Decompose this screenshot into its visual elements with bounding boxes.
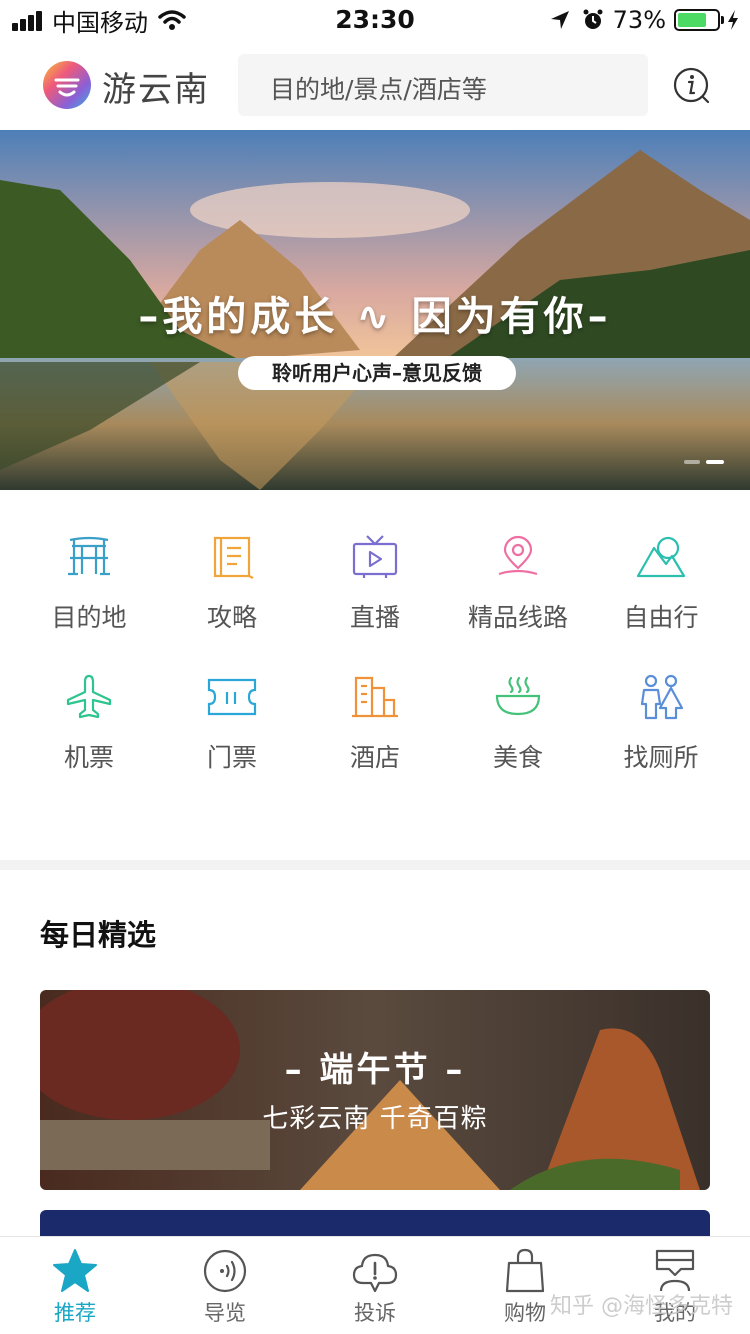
tab-guide[interactable]: 导览 — [150, 1237, 300, 1334]
app-header: 游云南 目的地/景点/酒店等 — [0, 40, 750, 130]
app-logo-icon — [43, 61, 91, 109]
book-icon — [213, 536, 254, 579]
category-destination[interactable]: 目的地 — [14, 490, 164, 632]
featured-card[interactable]: – 端午节 – 七彩云南 千奇百粽 — [40, 990, 710, 1190]
category-label: 自由行 — [623, 603, 699, 632]
map-pin-icon — [498, 535, 538, 576]
category-label: 酒店 — [349, 743, 400, 772]
card-subtitle: 七彩云南 千奇百粽 — [262, 1104, 488, 1134]
tab-label: 导览 — [204, 1301, 246, 1325]
category-restroom[interactable]: 找厕所 — [586, 630, 736, 772]
category-flights[interactable]: 机票 — [14, 630, 164, 772]
category-label: 攻略 — [206, 603, 257, 632]
pagination-dot — [684, 460, 700, 464]
tab-complaint[interactable]: 投诉 — [300, 1237, 450, 1334]
shopping-bag-icon — [505, 1248, 545, 1293]
plane-icon — [66, 674, 112, 719]
alarm-icon — [583, 9, 603, 29]
complaint-cloud-icon — [352, 1253, 398, 1293]
battery-percent: 73% — [612, 6, 666, 34]
search-bar[interactable]: 目的地/景点/酒店等 — [238, 54, 648, 116]
category-food[interactable]: 美食 — [443, 630, 593, 772]
gate-icon — [68, 536, 110, 576]
tv-icon — [352, 535, 398, 578]
daily-picks-title: 每日精选 — [40, 918, 157, 952]
hero-banner[interactable]: –我的成长 ∿ 因为有你– 聆听用户心声–意见反馈 — [0, 130, 750, 490]
mountain-icon — [636, 536, 686, 578]
category-label: 门票 — [206, 743, 257, 772]
category-tickets[interactable]: 门票 — [157, 630, 307, 772]
pagination-dot-active — [706, 460, 724, 464]
category-routes[interactable]: 精品线路 — [443, 490, 593, 632]
category-label: 精品线路 — [467, 603, 568, 632]
battery-icon — [674, 9, 724, 31]
tab-label: 推荐 — [54, 1301, 96, 1325]
tab-label: 投诉 — [354, 1301, 396, 1325]
category-label: 目的地 — [51, 603, 127, 632]
banner-feedback-pill[interactable]: 聆听用户心声–意见反馈 — [238, 356, 516, 390]
ticket-icon — [207, 678, 257, 716]
banner-pagination — [678, 460, 724, 464]
category-label: 机票 — [63, 743, 114, 772]
status-right: 73% — [549, 6, 740, 34]
hotel-icon — [352, 676, 398, 718]
section-divider — [0, 860, 750, 870]
charging-bolt-icon — [728, 10, 738, 30]
restroom-icon — [640, 674, 684, 720]
watermark-text: 知乎 @海怪多克特 — [550, 1294, 733, 1319]
category-label: 直播 — [349, 603, 400, 632]
app-brand-name: 游云南 — [102, 70, 210, 110]
category-hotel[interactable]: 酒店 — [300, 630, 450, 772]
category-free-travel[interactable]: 自由行 — [586, 490, 736, 632]
card-title: – 端午节 – — [284, 1050, 466, 1090]
battery-fill — [678, 13, 706, 27]
category-live[interactable]: 直播 — [300, 490, 450, 632]
tab-recommend[interactable]: 推荐 — [0, 1237, 150, 1334]
status-bar: 中国移动 23:30 73% — [0, 0, 750, 40]
banner-title: –我的成长 ∿ 因为有你– — [138, 294, 612, 340]
category-label: 找厕所 — [623, 743, 699, 772]
bowl-icon — [495, 676, 541, 716]
audio-guide-icon — [203, 1249, 247, 1293]
category-guide[interactable]: 攻略 — [157, 490, 307, 632]
location-arrow-icon — [550, 11, 569, 29]
info-icon[interactable] — [672, 66, 712, 106]
search-placeholder: 目的地/景点/酒店等 — [270, 75, 487, 104]
star-icon — [53, 1249, 97, 1292]
category-label: 美食 — [492, 743, 543, 772]
category-grid: 目的地 攻略 直播 精品线路 自由行 机票 门票 酒店 美食 找厕所 — [0, 490, 750, 860]
